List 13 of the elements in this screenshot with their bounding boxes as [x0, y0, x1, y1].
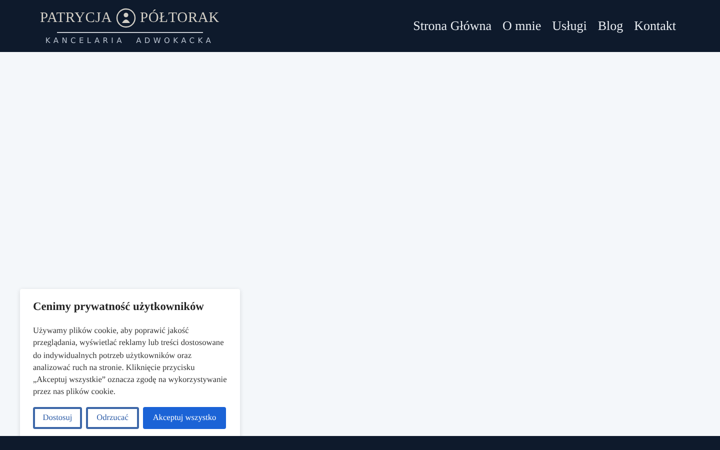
- nav-link[interactable]: Blog: [598, 16, 624, 36]
- cookie-button[interactable]: Dostosuj: [33, 407, 82, 430]
- nav-link[interactable]: Usługi: [552, 16, 587, 36]
- cookie-button[interactable]: Odrzucać: [86, 407, 139, 430]
- nav-link[interactable]: O mnie: [502, 16, 542, 36]
- banner-text: Używamy plików cookie, aby poprawić jakość przeglądania, wyświetlać reklamy lub treści dostosowane do indywidualnych potrzeb użytkowników oraz analizować ruch na stronie. Kliknięcie przycisku „Akceptuj wszystkie” oznacza zgodę na wykorzystywanie przez nas plików cookie.: [33, 325, 227, 398]
- emblem-icon: [116, 8, 136, 28]
- logo-name: PÓŁTORAK: [140, 10, 220, 25]
- nav-link[interactable]: Kontakt: [634, 16, 676, 36]
- logo-name: PATRYCJA: [40, 10, 112, 25]
- nav-link[interactable]: Strona Główna: [413, 16, 492, 36]
- banner-title: Cenimy prywatność użytkowników: [33, 300, 205, 315]
- accept-button[interactable]: Akceptuj wszystko: [143, 407, 226, 430]
